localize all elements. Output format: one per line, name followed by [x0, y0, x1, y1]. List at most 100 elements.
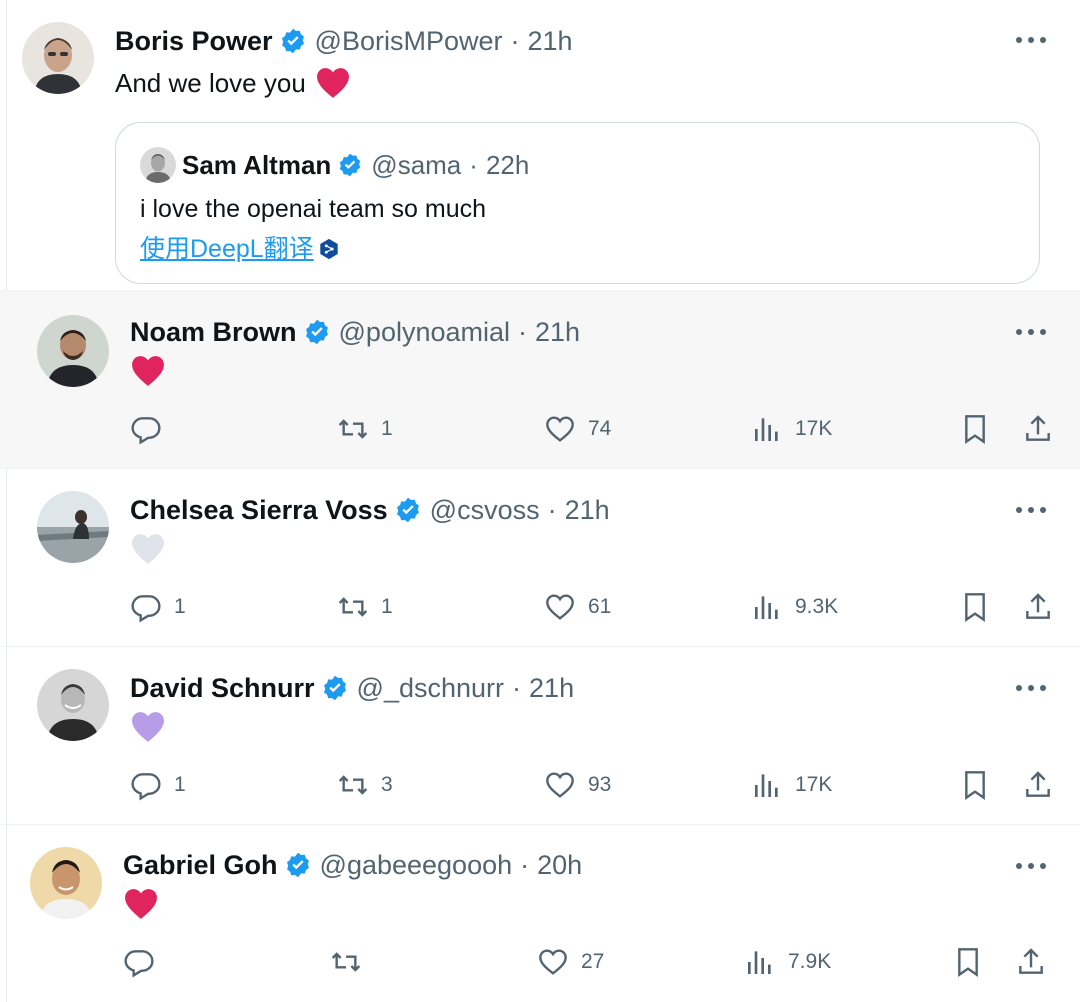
repost-count: 3	[381, 773, 393, 796]
like-button[interactable]: 27	[537, 946, 604, 978]
more-icon[interactable]	[1016, 506, 1046, 514]
bookmark-icon	[952, 946, 984, 978]
verified-badge-icon	[321, 674, 349, 702]
timestamp[interactable]: 21h	[529, 672, 574, 704]
reply-icon	[130, 769, 162, 801]
reply-count: 1	[174, 773, 186, 796]
avatar[interactable]	[37, 669, 109, 741]
views-icon	[751, 769, 783, 801]
repost-button[interactable]	[330, 946, 374, 978]
red-heart-emoji	[316, 67, 350, 99]
author-name[interactable]: Gabriel Goh	[123, 849, 278, 881]
quoted-header: Sam Altman @sama · 22h	[182, 149, 529, 181]
reply-post[interactable]: Gabriel Goh @gabeeegoooh · 20h 27 7.9K	[0, 824, 1080, 1002]
bookmark-button[interactable]	[952, 946, 984, 978]
views-count: 17K	[795, 773, 833, 796]
reply-icon	[130, 591, 162, 623]
more-icon[interactable]	[1016, 862, 1046, 870]
bookmark-button[interactable]	[959, 413, 991, 445]
views-button[interactable]: 7.9K	[744, 946, 831, 978]
author-name[interactable]: Boris Power	[115, 25, 273, 57]
views-count: 7.9K	[788, 950, 832, 973]
repost-button[interactable]: 3	[337, 769, 393, 801]
timestamp[interactable]: 21h	[528, 25, 573, 57]
quoted-author-name[interactable]: Sam Altman	[182, 149, 331, 181]
views-icon	[751, 413, 783, 445]
timestamp[interactable]: 20h	[537, 849, 582, 881]
views-icon	[751, 591, 783, 623]
like-icon	[544, 769, 576, 801]
like-button[interactable]: 61	[544, 591, 611, 623]
post-text	[124, 888, 158, 920]
share-button[interactable]	[1022, 591, 1054, 623]
avatar[interactable]	[37, 315, 109, 387]
main-post[interactable]: Boris Power @BorisMPower · 21h And we lo…	[0, 0, 1080, 290]
author-handle[interactable]: @gabeeegoooh	[320, 849, 513, 881]
avatar[interactable]	[22, 22, 94, 94]
share-button[interactable]	[1022, 769, 1054, 801]
like-count: 61	[588, 595, 612, 618]
repost-button[interactable]: 1	[337, 413, 393, 445]
repost-count: 1	[381, 417, 393, 440]
reply-button[interactable]: 1	[130, 769, 186, 801]
views-count: 17K	[795, 417, 833, 440]
avatar[interactable]	[30, 847, 102, 919]
like-count: 74	[588, 417, 612, 440]
quoted-author-handle[interactable]: @sama	[371, 149, 461, 181]
repost-button[interactable]: 1	[337, 591, 393, 623]
views-button[interactable]: 17K	[751, 413, 832, 445]
separator: ·	[520, 850, 530, 880]
share-icon	[1022, 769, 1054, 801]
separator: ·	[469, 150, 478, 180]
timestamp[interactable]: 21h	[535, 316, 580, 348]
views-icon	[744, 946, 776, 978]
author-handle[interactable]: @_dschnurr	[357, 672, 504, 704]
bookmark-button[interactable]	[959, 769, 991, 801]
views-count: 9.3K	[795, 595, 839, 618]
author-name[interactable]: David Schnurr	[130, 672, 315, 704]
reply-post[interactable]: David Schnurr @_dschnurr · 21h 1 3 93 17…	[0, 646, 1080, 824]
separator: ·	[547, 495, 557, 525]
quoted-timestamp[interactable]: 22h	[486, 149, 529, 181]
translate-link[interactable]: 使用DeepL翻译	[140, 233, 340, 265]
post-header: Chelsea Sierra Voss @csvoss · 21h	[130, 494, 610, 526]
like-count: 27	[581, 950, 605, 973]
author-handle[interactable]: @polynoamial	[339, 316, 511, 348]
author-handle[interactable]: @BorisMPower	[315, 25, 503, 57]
post-text: And we love you	[115, 67, 350, 99]
separator: ·	[518, 317, 528, 347]
verified-badge-icon	[284, 851, 312, 879]
like-button[interactable]: 93	[544, 769, 611, 801]
reply-button[interactable]: 1	[130, 591, 186, 623]
post-text-content: And we love you	[115, 68, 306, 98]
reply-post[interactable]: Noam Brown @polynoamial · 21h 1 74 17K	[0, 290, 1080, 468]
like-icon	[544, 591, 576, 623]
post-header: Boris Power @BorisMPower · 21h	[115, 25, 573, 57]
verified-badge-icon	[337, 152, 363, 178]
repost-icon	[330, 946, 362, 978]
reply-button[interactable]	[130, 413, 174, 445]
bookmark-button[interactable]	[959, 591, 991, 623]
quoted-post[interactable]: Sam Altman @sama · 22h i love the openai…	[115, 122, 1040, 284]
views-button[interactable]: 9.3K	[751, 591, 838, 623]
post-header: Gabriel Goh @gabeeegoooh · 20h	[123, 849, 582, 881]
more-icon[interactable]	[1016, 684, 1046, 692]
reply-icon	[130, 413, 162, 445]
post-text	[131, 533, 165, 565]
author-name[interactable]: Chelsea Sierra Voss	[130, 494, 388, 526]
more-icon[interactable]	[1016, 328, 1046, 336]
author-handle[interactable]: @csvoss	[430, 494, 540, 526]
views-button[interactable]: 17K	[751, 769, 832, 801]
share-button[interactable]	[1022, 413, 1054, 445]
translate-link-label[interactable]: 使用DeepL翻译	[140, 233, 314, 265]
like-button[interactable]: 74	[544, 413, 611, 445]
avatar[interactable]	[37, 491, 109, 563]
post-header: David Schnurr @_dschnurr · 21h	[130, 672, 574, 704]
reply-post[interactable]: Chelsea Sierra Voss @csvoss · 21h 1 1 61…	[0, 468, 1080, 646]
reply-button[interactable]	[123, 946, 167, 978]
more-icon[interactable]	[1016, 36, 1046, 44]
timestamp[interactable]: 21h	[565, 494, 610, 526]
share-button[interactable]	[1015, 946, 1047, 978]
quoted-avatar[interactable]	[140, 147, 176, 183]
author-name[interactable]: Noam Brown	[130, 316, 297, 348]
